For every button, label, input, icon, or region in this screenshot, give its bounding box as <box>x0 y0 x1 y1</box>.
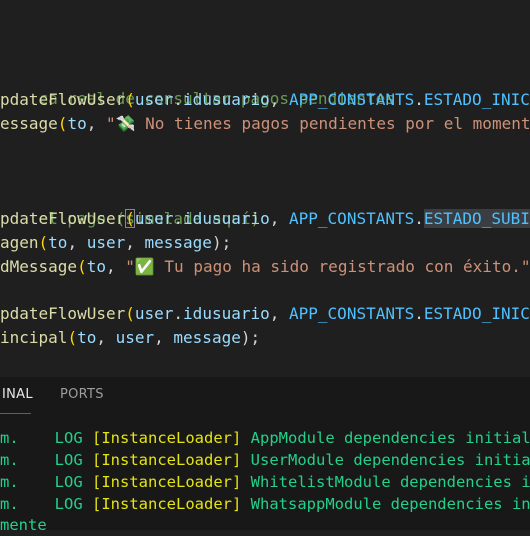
log-level: LOG <box>54 429 83 447</box>
code-punct: , <box>67 233 87 252</box>
code-punct: , <box>269 209 290 228</box>
log-prefix: m. <box>0 451 19 469</box>
code-bracket: ( <box>67 328 78 347</box>
code-line-3: essage(to, "💸 No tienes pagos pendientes… <box>0 112 530 136</box>
code-variable: message <box>144 233 212 252</box>
code-punct: , <box>269 304 290 323</box>
log-level: LOG <box>54 473 83 491</box>
code-line-5: pdateFlowUser(user.idusuario, APP_CONSTA… <box>0 207 530 231</box>
code-punct: . <box>414 209 424 228</box>
tab-terminal[interactable]: INAL <box>2 387 33 402</box>
code-variable: to <box>67 114 87 133</box>
log-context: [InstanceLoader] <box>92 495 242 513</box>
code-line-9: incipal(to, user, message); <box>0 326 260 350</box>
code-punct: . <box>173 90 184 109</box>
code-variable: to <box>77 328 97 347</box>
code-punct: , <box>125 233 145 252</box>
code-variable: user <box>115 328 155 347</box>
code-variable: user <box>134 304 174 323</box>
code-property: idusuario <box>183 209 270 228</box>
code-constant: APP_CONSTANTS <box>289 90 415 109</box>
code-function: pdateFlowUser <box>0 90 126 109</box>
log-context: [InstanceLoader] <box>92 451 242 469</box>
code-punct: , <box>86 114 106 133</box>
code-bracket: ( <box>57 114 68 133</box>
terminal-log-line: m. LOG [InstanceLoader] WhatsappModule de… <box>0 493 530 515</box>
code-constant: APP_CONSTANTS <box>289 209 415 228</box>
code-constant: ESTADO_INIC <box>423 304 530 323</box>
log-prefix: m. <box>0 473 19 491</box>
code-function: pdateFlowUser <box>0 209 126 228</box>
code-bracket: ( <box>125 304 135 323</box>
log-message: WhatsappModule dependencies ini <box>250 495 530 513</box>
code-constant-highlighted: ESTADO_SUBI <box>423 209 530 228</box>
code-variable: user <box>86 233 126 252</box>
code-constant: APP_CONSTANTS <box>289 304 415 323</box>
terminal-log-line: m. LOG [InstanceLoader] AppModule depende… <box>0 427 530 449</box>
code-punct: , <box>154 328 174 347</box>
log-level: LOG <box>54 451 83 469</box>
log-prefix: m. <box>0 429 19 447</box>
terminal-log-line: m. LOG [InstanceLoader] UserModule depend… <box>0 449 530 471</box>
log-context: [InstanceLoader] <box>92 429 242 447</box>
code-variable: message <box>173 328 241 347</box>
code-property: idusuario <box>183 90 270 109</box>
code-line-7: dMessage(to, "✅ Tu pago ha sido registra… <box>0 255 530 279</box>
code-punct: . <box>414 304 424 323</box>
code-punct: , <box>269 90 290 109</box>
log-message: AppModule dependencies initiali <box>250 429 530 447</box>
code-variable: to <box>86 257 106 276</box>
code-punct: ); <box>240 328 261 347</box>
terminal-last-line: mente <box>0 516 47 534</box>
code-punct: , <box>96 328 116 347</box>
code-variable: to <box>48 233 68 252</box>
code-function: pdateFlowUser <box>0 304 126 323</box>
code-bracket: ( <box>38 233 49 252</box>
code-variable: user <box>134 90 174 109</box>
code-punct: , <box>105 257 126 276</box>
code-variable: user <box>134 209 174 228</box>
code-bracket-matched: ( <box>125 209 135 228</box>
log-message: UserModule dependencies initial <box>250 451 530 469</box>
code-string: "💸 No tienes pagos pendientes por el mom… <box>105 114 530 133</box>
code-string: "✅ Tu pago ha sido registrado con éxito.… <box>125 257 530 276</box>
code-property: idusuario <box>183 304 270 323</box>
code-function: incipal <box>0 328 68 347</box>
code-editor[interactable]: ca real de consultar pagos pendientes pd… <box>0 0 530 377</box>
code-function: essage <box>0 114 58 133</box>
log-level: LOG <box>54 495 83 513</box>
log-message: WhitelistModule dependencies ini <box>250 473 530 491</box>
log-prefix: m. <box>0 495 19 513</box>
code-bracket: ( <box>77 257 87 276</box>
code-punct: . <box>414 90 424 109</box>
code-punct: . <box>173 209 184 228</box>
code-punct: . <box>173 304 184 323</box>
code-function: agen <box>0 233 39 252</box>
terminal-log-line: m. LOG [InstanceLoader] WhitelistModule d… <box>0 471 530 493</box>
code-bracket: ( <box>125 90 135 109</box>
log-context: [InstanceLoader] <box>92 473 242 491</box>
code-function: dMessage <box>0 257 78 276</box>
code-punct: ); <box>211 233 232 252</box>
tab-terminal-active-indicator <box>0 413 31 414</box>
code-line-6: agen(to, user, message); <box>0 231 231 255</box>
tab-ports[interactable]: PORTS <box>60 387 104 402</box>
code-line-8: pdateFlowUser(user.idusuario, APP_CONSTA… <box>0 302 530 326</box>
code-line-2: pdateFlowUser(user.idusuario, APP_CONSTA… <box>0 88 530 112</box>
code-constant: ESTADO_INIC <box>423 90 530 109</box>
